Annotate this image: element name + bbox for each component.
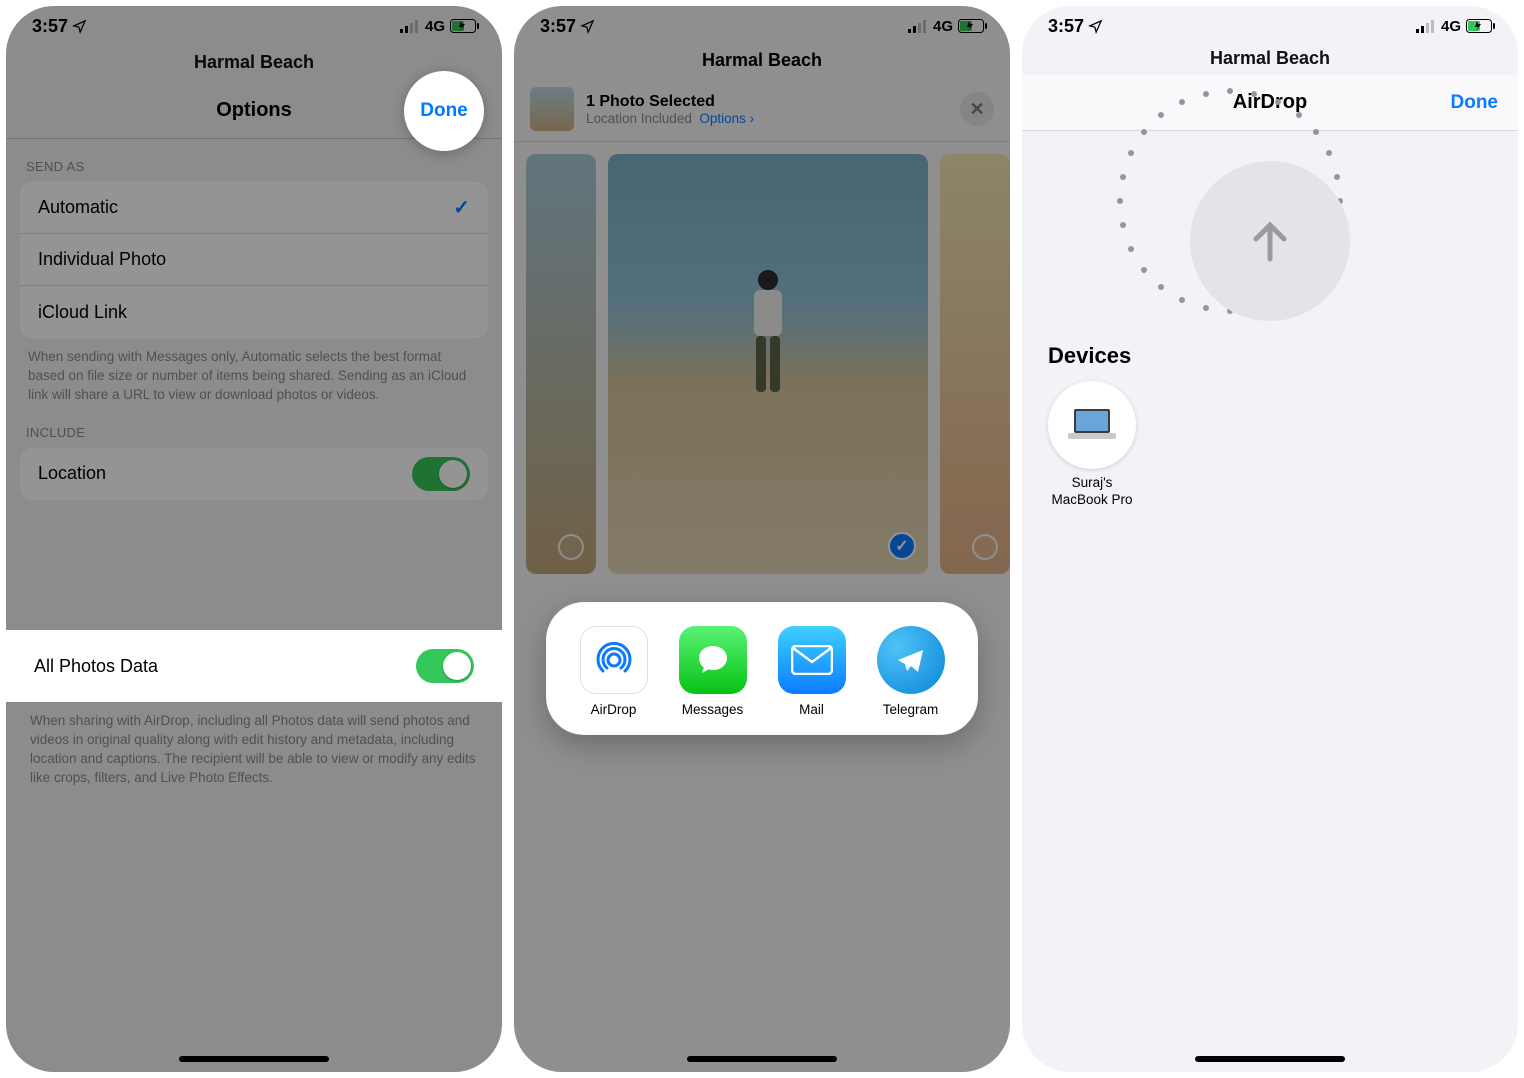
arrow-up-icon	[1238, 209, 1302, 273]
battery-icon	[450, 19, 480, 33]
photo-thumb[interactable]	[526, 154, 596, 574]
location-arrow-icon	[580, 19, 595, 34]
send-as-list: Automatic ✓ Individual Photo iCloud Link	[20, 182, 488, 338]
mail-icon	[778, 626, 846, 694]
network-label: 4G	[933, 18, 953, 35]
battery-icon	[958, 19, 988, 33]
status-time: 3:57	[540, 16, 576, 37]
messages-app[interactable]: Messages	[679, 626, 747, 717]
network-label: 4G	[425, 18, 445, 35]
selected-count: 1 Photo Selected	[586, 93, 754, 111]
checkmark-icon: ✓	[453, 195, 470, 220]
done-button[interactable]: Done	[1451, 92, 1499, 114]
close-button[interactable]: ✕	[960, 92, 994, 126]
selection-circle-empty[interactable]	[558, 534, 584, 560]
person-silhouette	[738, 264, 798, 414]
airdrop-title: AirDrop	[1233, 91, 1307, 114]
send-as-automatic[interactable]: Automatic ✓	[20, 182, 488, 234]
screenshot-3-airdrop-sheet: 3:57 4G Harmal Beach AirDrop Done	[1022, 6, 1518, 1072]
status-bar: 3:57 4G	[1022, 6, 1518, 46]
chevron-right-icon: ›	[750, 111, 755, 126]
photo-strip[interactable]: ✓	[514, 142, 1010, 586]
messages-icon	[679, 626, 747, 694]
include-group-label: INCLUDE	[6, 405, 502, 448]
airdrop-header: AirDrop Done	[1022, 75, 1518, 131]
selected-thumbnail	[530, 87, 574, 131]
include-location-row[interactable]: Location	[20, 448, 488, 500]
home-indicator[interactable]	[1195, 1056, 1345, 1062]
home-indicator[interactable]	[687, 1056, 837, 1062]
network-label: 4G	[1441, 18, 1461, 35]
photo-thumb-selected[interactable]: ✓	[608, 154, 928, 574]
status-bar: 3:57 4G	[514, 6, 1010, 46]
location-toggle[interactable]	[412, 457, 470, 491]
signal-icon	[400, 20, 420, 33]
airdrop-icon	[580, 626, 648, 694]
airdrop-device[interactable]: Suraj's MacBook Pro	[1048, 381, 1136, 509]
mail-app[interactable]: Mail	[778, 626, 846, 717]
sheet-title: Options	[216, 99, 292, 122]
all-photos-data-row[interactable]: All Photos Data	[6, 630, 502, 702]
home-indicator[interactable]	[179, 1056, 329, 1062]
status-time: 3:57	[32, 16, 68, 37]
status-time: 3:57	[1048, 16, 1084, 37]
photo-thumb[interactable]	[940, 154, 1010, 574]
send-as-individual[interactable]: Individual Photo	[20, 234, 488, 286]
selection-check-icon[interactable]: ✓	[888, 532, 916, 560]
battery-icon	[1466, 19, 1496, 33]
all-photos-footer-note: When sharing with AirDrop, including all…	[6, 706, 502, 788]
device-avatar	[1048, 381, 1136, 469]
album-title: Harmal Beach	[514, 46, 1010, 77]
send-as-footer-note: When sending with Messages only, Automat…	[6, 338, 502, 405]
telegram-app[interactable]: Telegram	[877, 626, 945, 717]
airdrop-app[interactable]: AirDrop	[580, 626, 648, 717]
options-link[interactable]: Options ›	[699, 111, 754, 126]
macbook-icon	[1066, 407, 1118, 443]
send-as-icloud-link[interactable]: iCloud Link	[20, 286, 488, 338]
status-bar: 3:57 4G	[6, 6, 502, 46]
all-photos-data-toggle[interactable]	[416, 649, 474, 683]
device-name: Suraj's MacBook Pro	[1051, 475, 1132, 509]
done-button[interactable]: Done	[404, 71, 484, 151]
selection-circle-empty[interactable]	[972, 534, 998, 560]
options-sheet: Options Done SEND AS Automatic ✓ Individ…	[6, 83, 502, 518]
share-header: 1 Photo Selected Location Included Optio…	[514, 77, 1010, 142]
location-arrow-icon	[1088, 19, 1103, 34]
location-arrow-icon	[72, 19, 87, 34]
telegram-icon	[877, 626, 945, 694]
share-apps-row: AirDrop Messages Mail Telegram	[546, 602, 978, 735]
airdrop-hero	[1022, 131, 1518, 339]
album-title: Harmal Beach	[1022, 46, 1518, 75]
screenshot-1-options-sheet: 3:57 4G Harmal Beach Options Done S	[6, 6, 502, 1072]
screenshot-2-share-sheet: 3:57 4G Harmal Beach 1 Photo Selected Lo…	[514, 6, 1010, 1072]
signal-icon	[1416, 20, 1436, 33]
signal-icon	[908, 20, 928, 33]
airdrop-upload-circle	[1190, 161, 1350, 321]
devices-label: Devices	[1022, 339, 1518, 381]
include-list: Location	[20, 448, 488, 500]
close-icon: ✕	[969, 99, 984, 120]
